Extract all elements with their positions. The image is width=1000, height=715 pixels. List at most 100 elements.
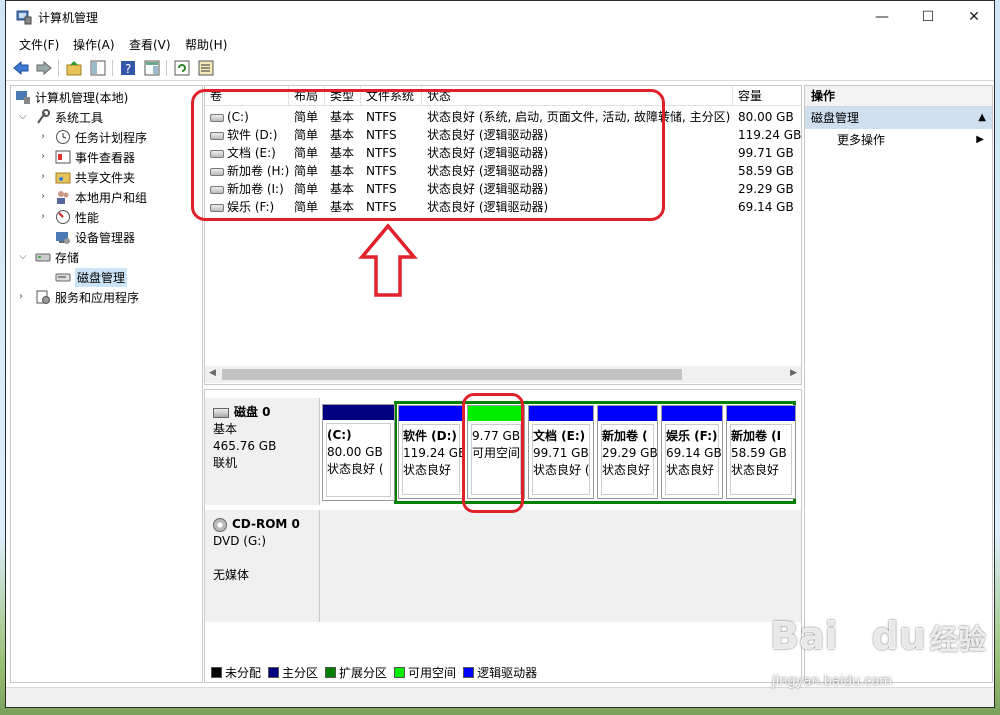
horizontal-scrollbar[interactable]: ◀ ▶ bbox=[205, 366, 801, 383]
partition-block[interactable]: 新加卷 (I 58.59 GB 状态良好 bbox=[726, 405, 796, 499]
volume-icon bbox=[210, 113, 224, 122]
chevron-right-icon[interactable]: › bbox=[41, 131, 51, 142]
tree-disk-management[interactable]: 磁盘管理 bbox=[55, 267, 128, 287]
volume-row[interactable]: 娱乐 (F:) 简单 基本 NTFS 状态良好 (逻辑驱动器) 69.14 GB bbox=[205, 198, 801, 216]
cell-capacity: 80.00 GB bbox=[738, 110, 794, 124]
partition-text: 9.77 GB 可用空间 bbox=[472, 428, 520, 462]
forward-icon[interactable] bbox=[35, 59, 53, 77]
partition-status: 可用空间 bbox=[472, 446, 521, 460]
cell-layout: 简单 bbox=[294, 164, 319, 178]
volume-label: 新加卷 (H:) bbox=[227, 164, 289, 178]
volume-icon bbox=[210, 131, 224, 140]
partition-block[interactable]: (C:) 80.00 GB 状态良好 ( bbox=[322, 404, 395, 501]
tree-shared-folders[interactable]: 共享文件夹 bbox=[55, 167, 135, 187]
chevron-right-icon[interactable]: › bbox=[41, 151, 51, 162]
tree-root[interactable]: 计算机管理(本地) bbox=[15, 87, 128, 107]
col-layout[interactable]: 布局 bbox=[289, 86, 325, 106]
menu-view[interactable]: 查看(V) bbox=[129, 36, 171, 53]
col-type[interactable]: 类型 bbox=[325, 86, 361, 106]
back-icon[interactable] bbox=[12, 59, 30, 77]
actions-pane: 操作 磁盘管理 ▲ 更多操作 ▶ bbox=[804, 85, 993, 683]
partition-block[interactable]: 软件 (D:) 119.24 GB 状态良好 bbox=[398, 405, 464, 499]
cell-capacity: 29.29 GB bbox=[738, 182, 794, 196]
close-button[interactable]: ✕ bbox=[951, 1, 994, 33]
cdrom0-drive: DVD (G:) bbox=[213, 534, 266, 548]
properties-icon[interactable] bbox=[143, 59, 161, 77]
cell-layout: 简单 bbox=[294, 200, 319, 214]
col-status[interactable]: 状态 bbox=[422, 86, 733, 106]
annotation-up-arrow bbox=[358, 223, 418, 301]
users-icon bbox=[55, 189, 71, 205]
cdrom0-info[interactable]: CD-ROM 0 DVD (G:) 无媒体 bbox=[205, 510, 320, 622]
chevron-down-icon[interactable]: ⌵ bbox=[19, 111, 29, 122]
partition-block[interactable]: 娱乐 (F:) 69.14 GB 状态良好 bbox=[661, 405, 723, 499]
tree-task-scheduler[interactable]: 任务计划程序 bbox=[55, 127, 147, 147]
col-filesystem[interactable]: 文件系统 bbox=[361, 86, 422, 106]
chevron-down-icon[interactable]: ⌵ bbox=[19, 251, 29, 262]
cell-volume: 新加卷 (I:) bbox=[205, 180, 289, 198]
status-bar bbox=[6, 687, 994, 707]
disk0-size: 465.76 GB bbox=[213, 439, 277, 453]
collapse-icon[interactable]: ▲ bbox=[978, 107, 986, 129]
tree-device-manager[interactable]: 设备管理器 bbox=[55, 227, 135, 247]
toolbar: ? bbox=[6, 55, 994, 81]
up-folder-icon[interactable] bbox=[65, 59, 83, 77]
volume-row[interactable]: (C:) 简单 基本 NTFS 状态良好 (系统, 启动, 页面文件, 活动, 故障转储… bbox=[205, 108, 801, 126]
partition-size: 99.71 GB bbox=[533, 446, 589, 460]
cdrom0-name: CD-ROM 0 bbox=[232, 517, 300, 531]
disk0-name: 磁盘 0 bbox=[234, 405, 271, 419]
tree-local-users[interactable]: 本地用户和组 bbox=[55, 187, 147, 207]
refresh-icon[interactable] bbox=[173, 59, 191, 77]
minimize-icon: — bbox=[875, 9, 889, 25]
partition-size: 119.24 GB bbox=[403, 446, 464, 460]
tree-system-tools[interactable]: 系统工具 bbox=[35, 107, 103, 127]
volume-row[interactable]: 新加卷 (I:) 简单 基本 NTFS 状态良好 (逻辑驱动器) 29.29 GB bbox=[205, 180, 801, 198]
computer-management-icon bbox=[15, 89, 31, 105]
partition-name: 娱乐 (F:) bbox=[666, 429, 718, 443]
volume-row[interactable]: 软件 (D:) 简单 基本 NTFS 状态良好 (逻辑驱动器) 119.24 GB bbox=[205, 126, 801, 144]
chevron-right-icon[interactable]: › bbox=[41, 191, 51, 202]
legend-item: 未分配 bbox=[211, 664, 261, 681]
cell-status: 状态良好 (逻辑驱动器) bbox=[427, 164, 549, 178]
export-list-icon[interactable] bbox=[197, 59, 215, 77]
menu-help[interactable]: 帮助(H) bbox=[185, 36, 227, 53]
actions-section-disk-management[interactable]: 磁盘管理 ▲ bbox=[805, 107, 992, 129]
chevron-right-icon[interactable]: › bbox=[41, 171, 51, 182]
tree-event-viewer[interactable]: 事件查看器 bbox=[55, 147, 135, 167]
minimize-button[interactable]: — bbox=[859, 1, 905, 33]
disk-graphical-view: 磁盘 0 基本 465.76 GB 联机 (C:) 80.00 GB 状态良好 (软… bbox=[204, 389, 802, 683]
more-actions[interactable]: 更多操作 ▶ bbox=[805, 129, 992, 151]
menu-action[interactable]: 操作(A) bbox=[73, 36, 115, 53]
col-volume[interactable]: 卷 bbox=[205, 86, 289, 106]
tree-services-apps[interactable]: 服务和应用程序 bbox=[35, 287, 139, 307]
scrollbar-thumb[interactable] bbox=[222, 369, 682, 380]
disk-management-icon bbox=[55, 269, 71, 285]
legend: 未分配 主分区 扩展分区 可用空间 逻辑驱动器 bbox=[205, 662, 801, 682]
scroll-left-icon[interactable]: ◀ bbox=[209, 368, 216, 378]
menu-file[interactable]: 文件(F) bbox=[19, 36, 59, 53]
show-hide-tree-icon[interactable] bbox=[89, 59, 107, 77]
disk0-type: 基本 bbox=[213, 422, 238, 436]
volume-icon bbox=[210, 149, 224, 158]
partition-color-bar bbox=[323, 405, 394, 420]
volume-row[interactable]: 文档 (E:) 简单 基本 NTFS 状态良好 (逻辑驱动器) 99.71 GB bbox=[205, 144, 801, 162]
chevron-right-icon[interactable]: › bbox=[19, 291, 29, 302]
tree-storage[interactable]: 存储 bbox=[35, 247, 79, 267]
scroll-right-icon[interactable]: ▶ bbox=[790, 368, 797, 378]
volume-row[interactable]: 新加卷 (H:) 简单 基本 NTFS 状态良好 (逻辑驱动器) 58.59 GB bbox=[205, 162, 801, 180]
svg-text:?: ? bbox=[125, 62, 131, 76]
partition-block[interactable]: 9.77 GB 可用空间 bbox=[467, 405, 525, 499]
chevron-right-icon[interactable]: › bbox=[41, 211, 51, 222]
partition-block[interactable]: 新加卷 (29.29 GB 状态良好 bbox=[597, 405, 658, 499]
col-capacity[interactable]: 容量 bbox=[733, 86, 803, 106]
partition-block[interactable]: 文档 (E:) 99.71 GB 状态良好 ( bbox=[528, 405, 594, 499]
maximize-button[interactable]: ☐ bbox=[905, 1, 951, 33]
cell-volume: 娱乐 (F:) bbox=[205, 198, 289, 216]
legend-swatch bbox=[211, 666, 222, 678]
partition-name: 新加卷 (I bbox=[731, 429, 782, 443]
help-icon[interactable]: ? bbox=[119, 59, 137, 77]
partition-color-bar bbox=[529, 406, 593, 421]
disk0-info[interactable]: 磁盘 0 基本 465.76 GB 联机 bbox=[205, 398, 320, 505]
tree-performance[interactable]: 性能 bbox=[55, 207, 99, 227]
legend-item: 主分区 bbox=[268, 664, 318, 681]
